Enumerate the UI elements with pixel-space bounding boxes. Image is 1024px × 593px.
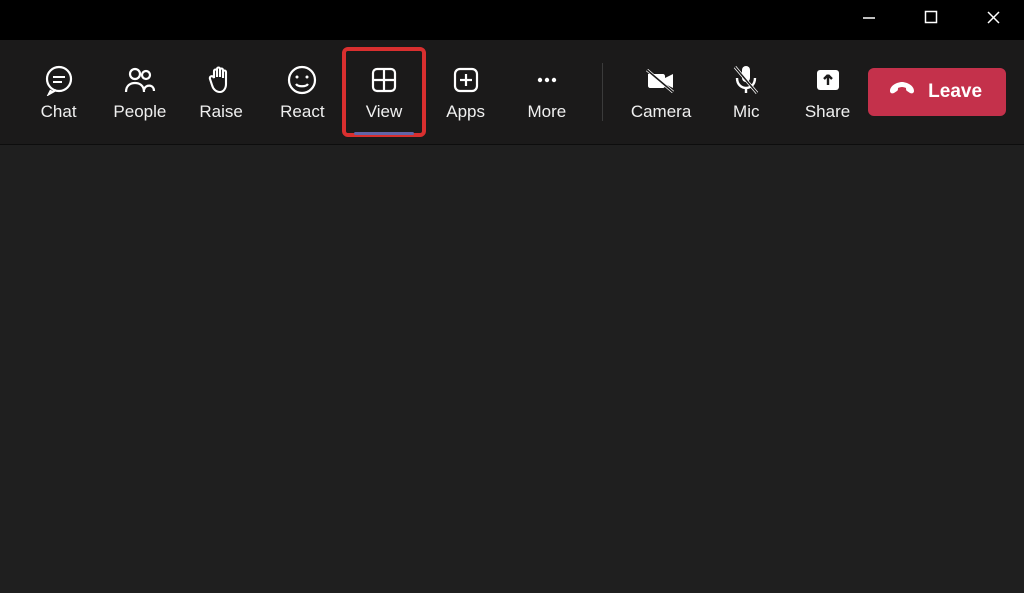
minimize-icon [862, 11, 876, 30]
mic-button[interactable]: Mic [706, 52, 787, 132]
camera-label: Camera [631, 102, 691, 122]
more-label: More [528, 102, 567, 122]
chat-label: Chat [41, 102, 77, 122]
view-button[interactable]: View [346, 51, 422, 133]
close-icon [986, 10, 1001, 30]
react-button[interactable]: React [262, 52, 343, 132]
chat-icon [43, 62, 75, 98]
camera-button[interactable]: Camera [616, 52, 705, 132]
window-minimize-button[interactable] [846, 4, 892, 36]
toolbar-divider [602, 63, 603, 121]
annotation-highlight: View [342, 47, 426, 137]
more-icon [532, 62, 562, 98]
people-icon [123, 62, 157, 98]
meeting-content-area [0, 145, 1024, 593]
window-maximize-button[interactable] [908, 4, 954, 36]
apps-icon [451, 62, 481, 98]
view-icon [369, 62, 399, 98]
chat-button[interactable]: Chat [18, 52, 99, 132]
react-icon [286, 62, 318, 98]
raise-hand-icon [206, 62, 236, 98]
camera-off-icon [643, 62, 679, 98]
share-button[interactable]: Share [787, 52, 868, 132]
share-icon [813, 62, 843, 98]
mic-label: Mic [733, 102, 759, 122]
share-label: Share [805, 102, 850, 122]
raise-label: Raise [199, 102, 242, 122]
people-button[interactable]: People [99, 52, 180, 132]
more-button[interactable]: More [506, 52, 587, 132]
leave-button[interactable]: Leave [868, 68, 1006, 116]
active-indicator [354, 132, 414, 135]
meeting-toolbar: Chat People Raise React View Apps [0, 40, 1024, 145]
titlebar [0, 0, 1024, 40]
apps-label: Apps [446, 102, 485, 122]
maximize-icon [924, 10, 939, 30]
view-label: View [366, 102, 403, 122]
people-label: People [113, 102, 166, 122]
apps-button[interactable]: Apps [425, 52, 506, 132]
window-close-button[interactable] [970, 4, 1016, 36]
hangup-icon [888, 79, 916, 105]
leave-label: Leave [928, 81, 982, 103]
react-label: React [280, 102, 324, 122]
mic-off-icon [730, 62, 762, 98]
raise-hand-button[interactable]: Raise [181, 52, 262, 132]
